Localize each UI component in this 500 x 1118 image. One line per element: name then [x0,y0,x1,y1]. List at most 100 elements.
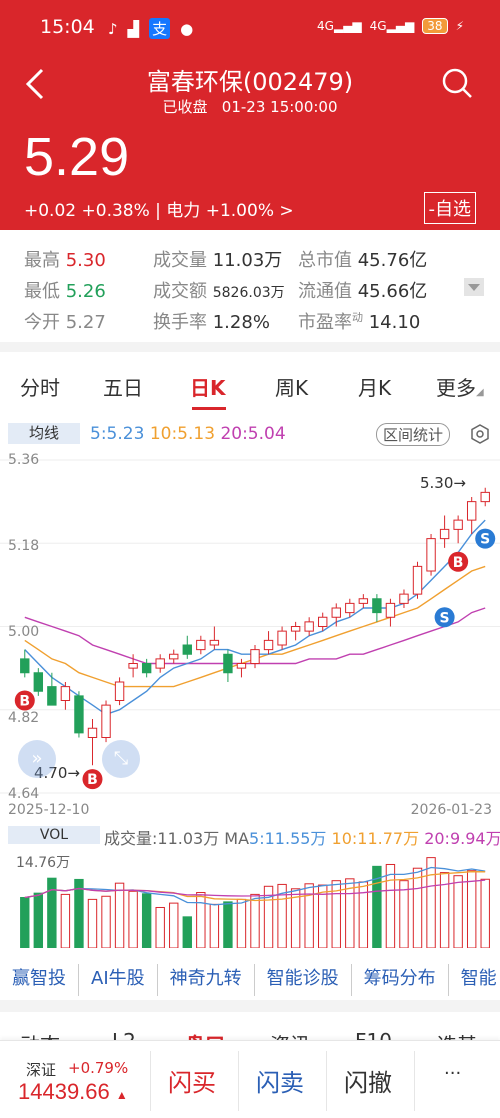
stock-app-icon: ▟ [127,19,140,38]
candle-body [372,598,382,614]
status-right: 4G▂▄▆ 4G▂▄▆ 38 ⚡ [317,18,464,34]
price-change: +0.02 [24,201,77,221]
volume-bar [87,898,98,949]
candle-body [33,672,44,692]
candle-body [385,602,396,618]
volume-tag[interactable]: VOL [8,826,100,844]
candle-body [236,663,247,669]
candle-body [358,598,369,604]
tab-daily-k[interactable]: 日K [190,372,226,401]
tool-magic-nine[interactable]: 神奇九转 [158,964,255,996]
candle-body [263,639,274,651]
volume-bar [60,893,71,949]
sell-signal-label: S [440,610,450,626]
tool-ai-stock[interactable]: AI牛股 [79,964,158,996]
sector-name: | 电力 [155,201,201,221]
candle-body [290,626,301,632]
volume-bar [466,870,477,949]
candle-body [277,630,287,646]
volume-ma10: 10:11.77万 [331,829,420,848]
volume-bar [20,897,30,949]
candle-body [114,681,125,701]
status-notification-icons: ♪ ▟ 支 ● [108,18,193,39]
volume-bar [236,898,247,949]
volume-bar [196,892,206,949]
volume-bar [33,892,44,949]
search-icon[interactable] [440,66,474,100]
divider [414,1051,415,1111]
tab-more[interactable]: 更多◢ [436,372,484,401]
tool-diagnosis[interactable]: 智能诊股 [255,964,352,996]
candle-body [331,607,341,618]
settings-icon[interactable] [470,424,490,444]
volume-bar [209,903,220,949]
alipay-icon: 支 [149,18,171,39]
tiktok-icon: ♪ [108,19,118,38]
tab-weekly-k[interactable]: 周K [275,372,308,401]
tab-five-day[interactable]: 五日 [103,372,143,401]
ma5-value: 5:5.23 [90,424,145,444]
divider [0,1000,500,1012]
y-tick-label: 5.18 [8,538,40,554]
candle-body [47,686,57,706]
candle-body [250,649,260,664]
flash-sell-button[interactable]: 闪卖 [256,1063,304,1098]
candle-body [141,663,152,674]
signal-icon: 4G▂▄▆ [369,19,415,33]
candle-body [304,621,314,632]
volume-bar [426,857,436,949]
stat-open: 今开 5.27 [24,312,106,333]
flash-cancel-button[interactable]: 闪撤 [344,1063,392,1098]
range-stats-button[interactable]: 区间统计 [376,423,451,446]
candle-body [128,663,138,669]
status-time: 15:04 [40,16,95,38]
ma5-line [24,519,486,716]
ma-tag[interactable]: 均线 [8,423,80,444]
candle-body [87,727,98,738]
candle-body [318,616,328,627]
quote-datetime: 01-23 15:00:00 [221,98,338,116]
tool-smart[interactable]: 智能 [449,964,500,996]
market-status-text: 已收盘 [162,98,208,116]
volume-ma20: 20:9.94万 [424,829,500,848]
candle-body [155,658,165,669]
more-menu-icon[interactable]: ··· [444,1063,461,1084]
divider [150,1051,151,1111]
flash-buy-button[interactable]: 闪买 [168,1063,216,1098]
tab-intraday[interactable]: 分时 [20,372,60,401]
stat-volume: 成交量 11.03万 [153,250,283,271]
volume-bar [453,875,463,949]
volume-bar [412,867,423,949]
candle-body [412,565,423,595]
ma-values: 5:5.23 10:5.13 20:5.04 [90,424,286,444]
volume-svg [20,857,490,949]
kline-chart[interactable]: BBSBS 5.36 5.18 5.00 4.82 4.64 2025-12-1… [0,448,500,818]
tool-chip-distribution[interactable]: 筹码分布 [352,964,449,996]
candle-body [466,501,477,521]
y-tick-label: 4.64 [8,786,40,802]
sector-link[interactable]: | 电力 +1.00% > [155,201,293,221]
tab-monthly-k[interactable]: 月K [358,372,391,401]
scroll-left-button[interactable]: » [18,740,56,778]
candle-body [453,519,463,530]
volume-current: 成交量:11.03万 [104,829,220,848]
volume-bar [480,878,490,949]
stat-high: 最高 5.30 [24,250,106,271]
buy-signal-label: B [87,772,98,788]
index-change-pct: +0.79% [68,1059,129,1077]
volume-bar [47,877,57,949]
volume-bar [250,893,260,949]
index-name: 深证 [26,1061,57,1079]
candle-body [209,639,220,646]
stat-amount: 成交额 5826.03万 [153,281,285,302]
last-price: 5.29 [24,127,130,187]
volume-ma-prefix: MA [224,829,250,848]
expand-chart-button[interactable]: ⤡ [102,740,140,778]
volume-bar [223,901,233,949]
ma20-value: 20:5.04 [220,424,286,444]
expand-stats-icon[interactable] [464,278,484,296]
tool-zhitou[interactable]: 赢智投 [0,964,79,996]
remove-watchlist-button[interactable]: -自选 [423,192,476,224]
tools-row: 赢智投 AI牛股 神奇九转 智能诊股 筹码分布 智能 [0,964,500,996]
index-value[interactable]: 14439.66 ▲ [18,1079,128,1105]
